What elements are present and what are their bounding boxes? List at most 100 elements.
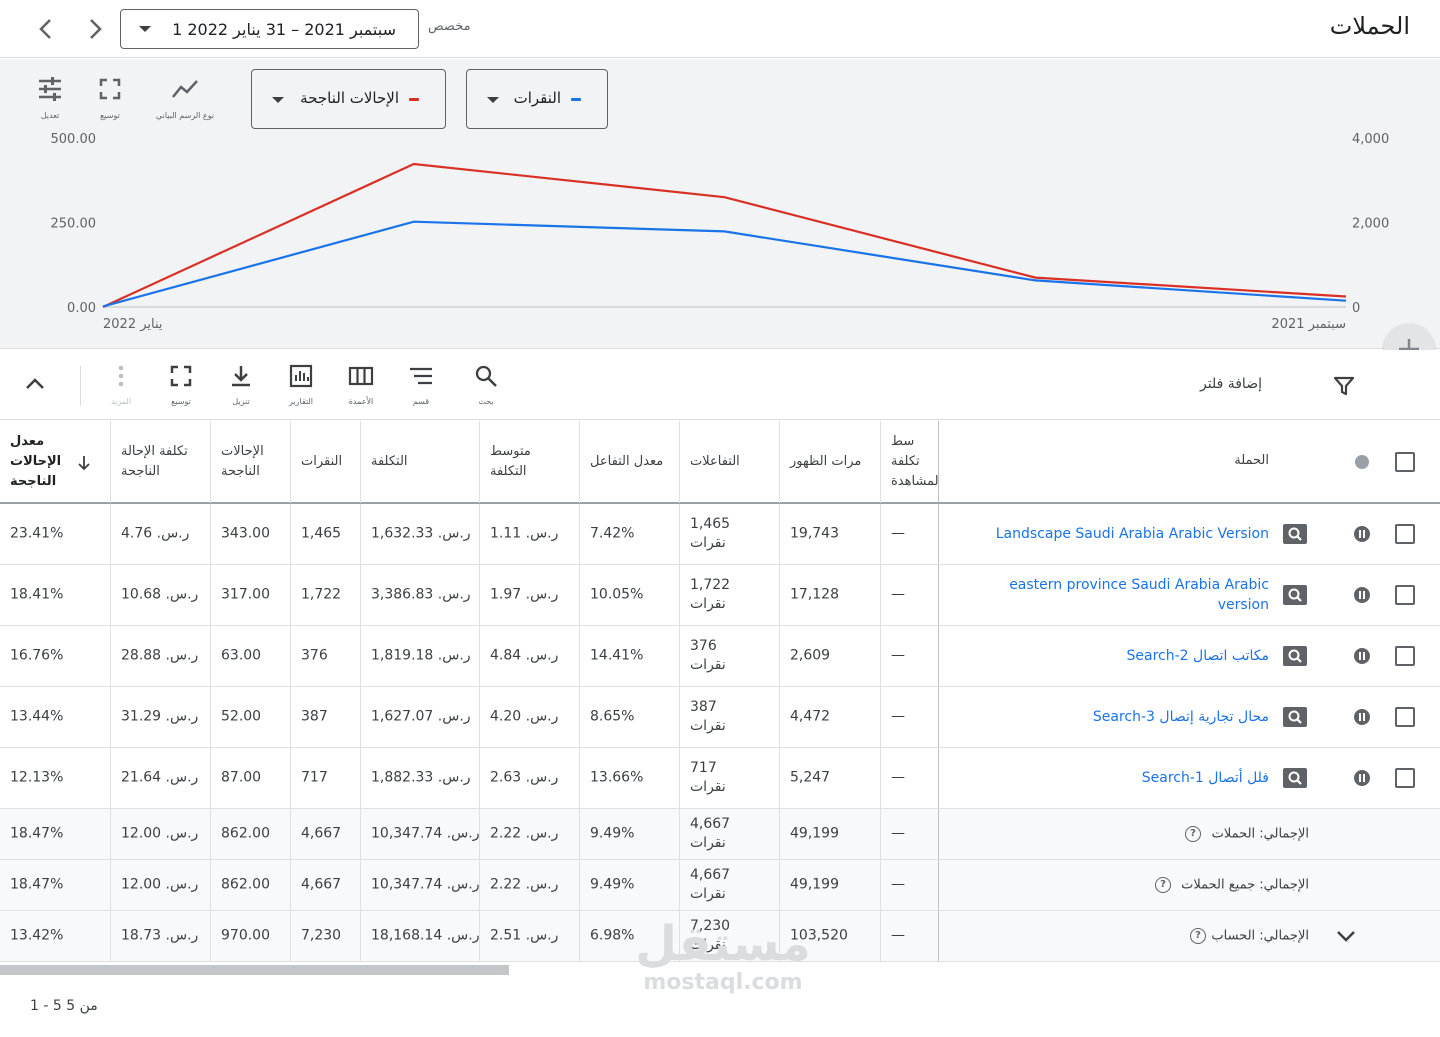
paused-status-icon[interactable] (1354, 526, 1370, 542)
cell-avg-cpv: — (880, 911, 938, 961)
row-checkbox[interactable] (1395, 585, 1415, 605)
cell-value: 4,667 نقرات (690, 815, 730, 853)
interactions-count: 717 (690, 760, 717, 776)
column-header-impressions[interactable]: مرات الظهور (779, 421, 880, 503)
row-checkbox[interactable] (1395, 768, 1415, 788)
tool-label-expand: توسيع (100, 111, 120, 120)
cell-value: ر.س. 2.63 (490, 769, 559, 786)
expand-chart-button[interactable]: توسيع (90, 77, 130, 120)
column-header-avg-cpv[interactable]: سط تكلفة المشاهدة (880, 421, 938, 503)
cell-cost-per-conv: ر.س. 10.68 (110, 565, 210, 625)
cell-value: ر.س. 10.68 (121, 586, 199, 603)
column-header-cost[interactable]: التكلفة (360, 421, 479, 503)
cell-cost-per-conv: ر.س. 12.00 (110, 809, 210, 859)
cell-value: ر.س. 1,632.33 (371, 525, 471, 542)
column-header-label: الحملة (1234, 453, 1269, 468)
interactions-count: 387 (690, 699, 717, 715)
paused-status-icon[interactable] (1354, 587, 1370, 603)
next-period-button[interactable] (80, 14, 110, 44)
cell-campaign: eastern province Saudi Arabia Arabic ver… (938, 565, 1440, 625)
horizontal-scrollbar-thumb[interactable] (0, 965, 509, 975)
row-checkbox[interactable] (1395, 524, 1415, 544)
cell-value: 7.42% (590, 525, 635, 542)
cell-value: ر.س. 2.22 (490, 876, 559, 893)
filter-button[interactable] (1332, 374, 1356, 402)
campaign-name-link[interactable]: Search-1 فلل أتصال (989, 768, 1269, 788)
interactions-count: 1,465 (690, 516, 731, 532)
column-header-conversions[interactable]: الإحالات الناجحة (210, 421, 290, 503)
metric-selector-clicks[interactable]: النقرات (466, 69, 608, 129)
cell-impressions: 2,609 (779, 626, 880, 686)
segment-button[interactable]: قسم (396, 364, 446, 406)
expand-icon (170, 365, 192, 387)
cell-value: — (891, 876, 905, 893)
chart-type-button[interactable]: نوع الرسم البياني (150, 77, 220, 120)
cell-interaction-rate: 14.41% (579, 626, 679, 686)
cell-conversions: 317.00 (210, 565, 290, 625)
column-header-interactions[interactable]: التفاعلات (679, 421, 779, 503)
cell-value: 52.00 (221, 708, 262, 725)
cell-avg-cpv: — (880, 504, 938, 564)
cell-conv-rate: 23.41% (0, 504, 110, 564)
interactions-unit: نقرات (690, 835, 726, 851)
cell-value: ر.س. 10,347.74 (371, 876, 480, 893)
cell-clicks: 4,667 (290, 809, 360, 859)
cell-campaign: Landscape Saudi Arabia Arabic Version (938, 504, 1440, 564)
paused-status-icon[interactable] (1354, 709, 1370, 725)
column-header-conv-rate[interactable]: معدل الإحالات الناجحة (0, 421, 110, 503)
interactions-unit: نقرات (690, 535, 726, 551)
cell-value: 9.49% (590, 825, 635, 842)
column-header-label: التفاعلات (690, 454, 740, 469)
cell-value: 18.47% (10, 876, 64, 893)
add-filter-input[interactable]: إضافة فلتر (1200, 376, 1262, 392)
row-checkbox[interactable] (1395, 707, 1415, 727)
column-header-cost-per-conv[interactable]: تكلفة الإحالة الناجحة (110, 421, 210, 503)
status-header-dot (1355, 455, 1369, 469)
dropdown-caret-icon (487, 97, 499, 103)
previous-period-button[interactable] (32, 14, 62, 44)
metric-selector-conversions[interactable]: الإحالات الناجحة (251, 69, 446, 129)
campaign-name-link[interactable]: eastern province Saudi Arabia Arabic ver… (989, 575, 1269, 615)
expand-table-button[interactable]: توسيع (156, 364, 206, 406)
paused-status-icon[interactable] (1354, 648, 1370, 664)
cell-value: ر.س. 21.64 (121, 769, 199, 786)
columns-button[interactable]: الأعمدة (336, 364, 386, 406)
help-icon[interactable]: ? (1185, 826, 1201, 842)
expand-totals-button[interactable] (1335, 927, 1357, 949)
download-button[interactable]: تنزيل (216, 364, 266, 406)
cell-value: 862.00 (221, 876, 270, 893)
cell-value: 18.41% (10, 586, 64, 603)
cell-interactions: 4,667 نقرات (679, 860, 779, 910)
row-checkbox[interactable] (1395, 646, 1415, 666)
column-header-label: النقرات (301, 454, 343, 469)
collapse-chart-button[interactable] (22, 374, 48, 398)
campaign-name-link[interactable]: Landscape Saudi Arabia Arabic Version (989, 524, 1269, 544)
total-label: الإجمالي: الحملات (1211, 826, 1309, 842)
cell-value: 23.41% (10, 525, 64, 542)
cell-avg-cost: ر.س. 2.22 (479, 809, 579, 859)
cell-value: — (891, 769, 905, 786)
search-campaign-icon (1283, 768, 1307, 788)
column-header-clicks[interactable]: النقرات (290, 421, 360, 503)
total-row: 18.47% ر.س. 12.00 862.00 4,667 ر.س. 10,347.7… (0, 809, 1440, 860)
campaign-name-link[interactable]: Search-3 محال تجارية إتصال (989, 707, 1269, 727)
help-icon[interactable]: ? (1155, 877, 1171, 893)
column-header-avg-cost[interactable]: متوسط التكلفة (479, 421, 579, 503)
adjust-chart-button[interactable]: تعديل (30, 77, 70, 120)
cell-clicks: 1,722 (290, 565, 360, 625)
cell-value: 14.41% (590, 647, 644, 664)
date-range-picker[interactable]: 1 سبتمبر 2021 – 31 يناير 2022 (120, 9, 419, 49)
select-all-checkbox[interactable] (1395, 452, 1415, 472)
search-button[interactable]: بحث (461, 364, 511, 406)
more-button[interactable]: المزيد (96, 364, 146, 406)
cell-value: ر.س. 1,819.18 (371, 647, 471, 664)
column-header-interaction-rate[interactable]: معدل التفاعل (579, 421, 679, 503)
cell-interaction-rate: 13.66% (579, 748, 679, 808)
help-icon[interactable]: ? (1190, 928, 1206, 944)
campaign-name-link[interactable]: Search-2 مكاتب اتصال (989, 646, 1269, 666)
column-header-campaign[interactable]: الحملة (938, 421, 1440, 503)
reports-button[interactable]: التقارير (276, 364, 326, 406)
paused-status-icon[interactable] (1354, 770, 1370, 786)
right-axis-tick-label: 2,000 (1352, 217, 1389, 232)
line-chart-icon (172, 80, 198, 98)
